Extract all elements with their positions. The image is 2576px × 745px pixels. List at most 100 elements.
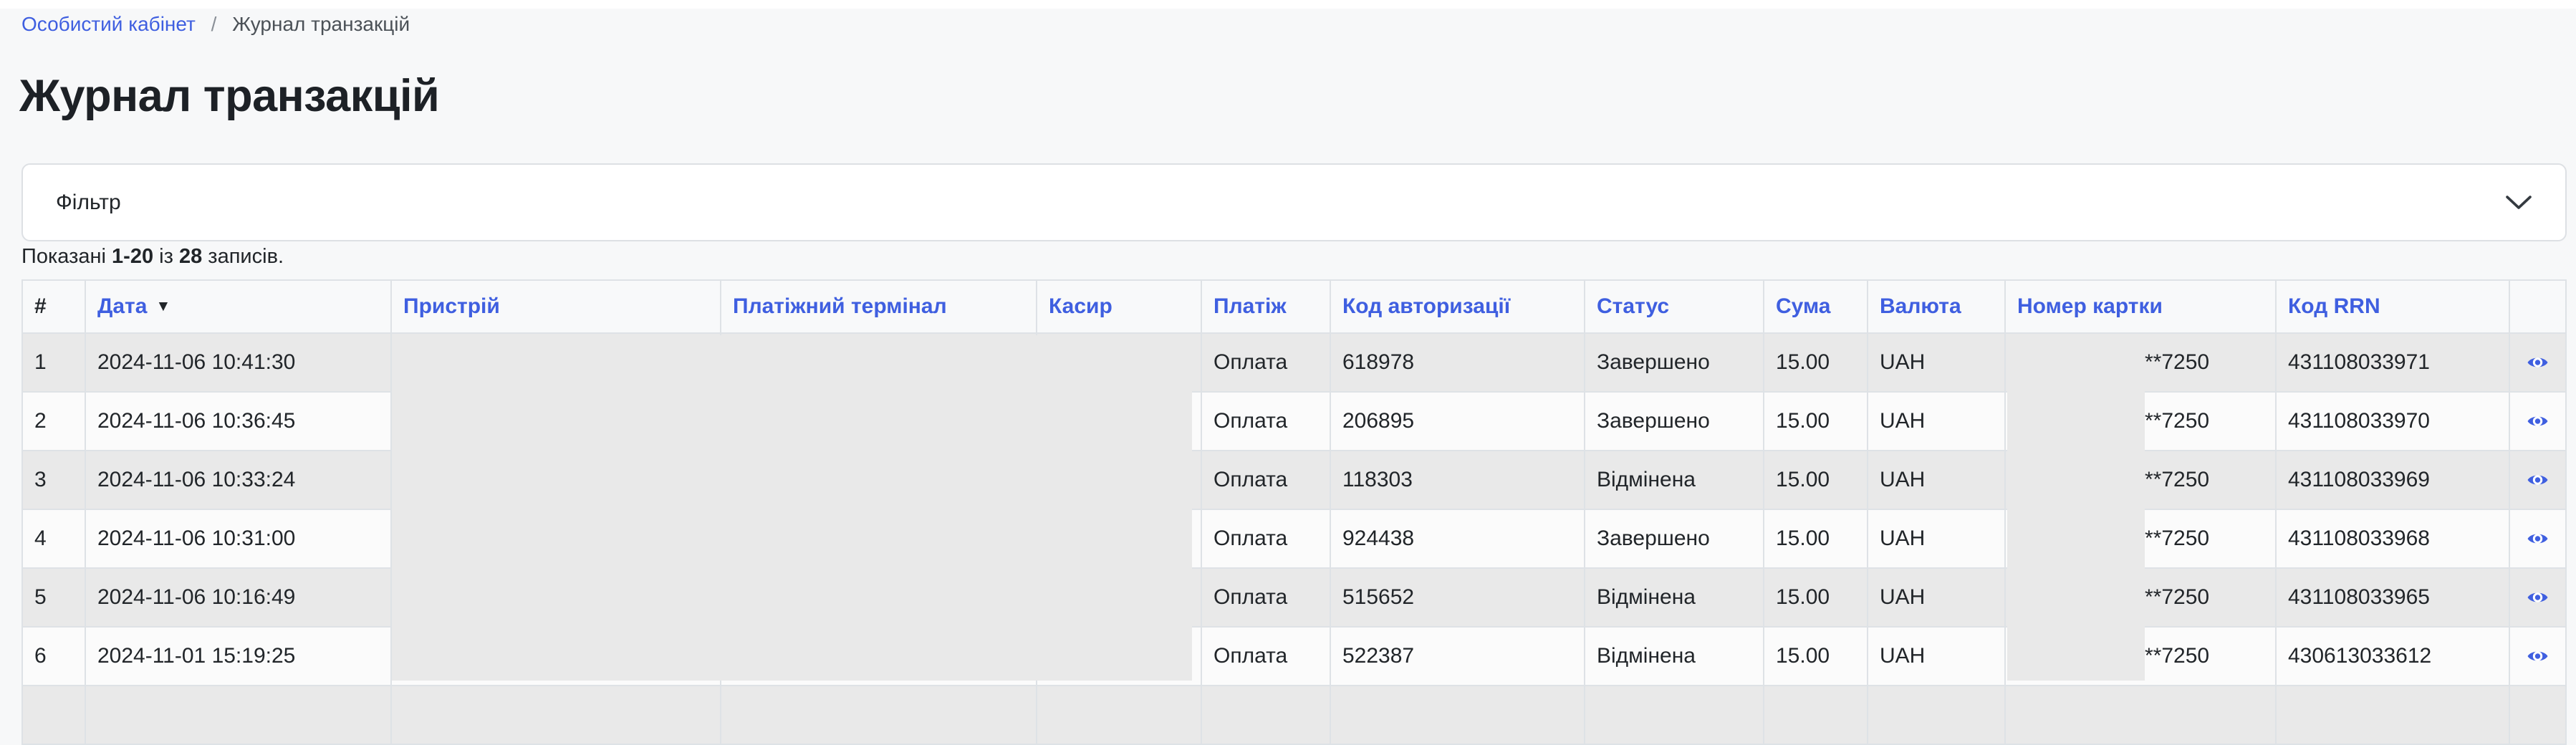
sort-link-auth-code[interactable]: Код авторизації — [1342, 294, 1510, 318]
summary-prefix: Показані — [21, 245, 106, 268]
sort-link-terminal[interactable]: Платіжний термінал — [733, 294, 947, 318]
cell-auth-code: 118303 — [1330, 451, 1585, 509]
eye-icon — [2527, 530, 2549, 547]
cell-currency: UAH — [1868, 451, 2005, 509]
sort-link-date[interactable]: Дата — [97, 294, 147, 318]
cell-status: Завершено — [1585, 392, 1764, 451]
masked-card-number: **7250 — [2145, 527, 2209, 551]
cell-actions — [2509, 686, 2566, 744]
cell-payment: Оплата — [1201, 333, 1330, 392]
column-header-cashier: Касир — [1037, 280, 1201, 333]
redacted-device-terminal-cashier-area — [392, 335, 1192, 681]
cell-auth-code: 618978 — [1330, 333, 1585, 392]
filter-label: Фільтр — [56, 191, 121, 215]
column-header-actions — [2509, 280, 2566, 333]
cell-cashier — [1037, 686, 1201, 744]
cell-actions — [2509, 333, 2566, 392]
cell-status — [1585, 686, 1764, 744]
summary-of: із — [159, 245, 173, 268]
masked-card-number: **7250 — [2145, 468, 2209, 492]
view-transaction-button[interactable] — [2527, 413, 2549, 430]
breadcrumb-separator: / — [211, 13, 217, 35]
breadcrumb-link-personal-cabinet[interactable]: Особистий кабінет — [21, 13, 196, 35]
masked-card-number: **7250 — [2145, 644, 2209, 668]
cell-num: 3 — [22, 451, 85, 509]
cell-date: 2024-11-01 15:19:25 — [85, 627, 391, 686]
column-header-currency: Валюта — [1868, 280, 2005, 333]
cell-rrn: 430613033612 — [2276, 627, 2509, 686]
sort-link-rrn[interactable]: Код RRN — [2288, 294, 2380, 318]
column-header-payment: Платіж — [1201, 280, 1330, 333]
masked-card-number: **7250 — [2145, 585, 2209, 610]
cell-actions — [2509, 627, 2566, 686]
records-summary: Показані 1-20 із 28 записів. — [21, 245, 284, 269]
column-header-card-number: Номер картки — [2005, 280, 2276, 333]
cell-amount — [1764, 686, 1868, 744]
table-header-row: #Дата▼ Пристрій Платіжний термінал Касир Пла… — [22, 280, 2566, 333]
view-transaction-button[interactable] — [2527, 589, 2549, 606]
cell-payment: Оплата — [1201, 568, 1330, 627]
redacted-card-number-area — [2007, 335, 2145, 681]
cell-rrn — [2276, 686, 2509, 744]
column-header-terminal: Платіжний термінал — [721, 280, 1037, 333]
table-row — [22, 686, 2566, 744]
view-transaction-button[interactable] — [2527, 354, 2549, 371]
cell-rrn: 431108033969 — [2276, 451, 2509, 509]
column-header-date: Дата▼ — [85, 280, 391, 333]
sort-link-status[interactable]: Статус — [1597, 294, 1669, 318]
column-header-num: # — [22, 280, 85, 333]
sort-link-card-number[interactable]: Номер картки — [2017, 294, 2163, 318]
cell-actions — [2509, 509, 2566, 568]
cell-status: Відмінена — [1585, 568, 1764, 627]
sort-link-amount[interactable]: Сума — [1776, 294, 1830, 318]
masked-card-number: **7250 — [2145, 409, 2209, 433]
sort-link-device[interactable]: Пристрій — [403, 294, 500, 318]
column-header-amount: Сума — [1764, 280, 1868, 333]
cell-amount: 15.00 — [1764, 333, 1868, 392]
page-title: Журнал транзакцій — [19, 70, 439, 122]
cell-currency: UAH — [1868, 568, 2005, 627]
cell-date: 2024-11-06 10:33:24 — [85, 451, 391, 509]
cell-num: 1 — [22, 333, 85, 392]
cell-auth-code: 206895 — [1330, 392, 1585, 451]
summary-suffix: записів. — [208, 245, 284, 268]
cell-num: 5 — [22, 568, 85, 627]
breadcrumb: Особистий кабінет / Журнал транзакцій — [21, 13, 410, 36]
view-transaction-button[interactable] — [2527, 530, 2549, 547]
cell-amount: 15.00 — [1764, 392, 1868, 451]
cell-rrn: 431108033970 — [2276, 392, 2509, 451]
filter-panel-toggle[interactable]: Фільтр — [21, 163, 2567, 241]
cell-auth-code: 522387 — [1330, 627, 1585, 686]
cell-actions — [2509, 451, 2566, 509]
cell-auth-code — [1330, 686, 1585, 744]
cell-currency — [1868, 686, 2005, 744]
sort-link-payment[interactable]: Платіж — [1213, 294, 1287, 318]
cell-rrn: 431108033968 — [2276, 509, 2509, 568]
breadcrumb-current: Журнал транзакцій — [232, 13, 410, 35]
cell-currency: UAH — [1868, 392, 2005, 451]
cell-rrn: 431108033971 — [2276, 333, 2509, 392]
view-transaction-button[interactable] — [2527, 471, 2549, 489]
sort-link-cashier[interactable]: Касир — [1049, 294, 1112, 318]
cell-amount: 15.00 — [1764, 451, 1868, 509]
sort-link-currency[interactable]: Валюта — [1880, 294, 1961, 318]
column-header-status: Статус — [1585, 280, 1764, 333]
column-header-rrn: Код RRN — [2276, 280, 2509, 333]
cell-rrn: 431108033965 — [2276, 568, 2509, 627]
transactions-journal-page: { "breadcrumb": { "home": "Особистий каб… — [0, 0, 2576, 693]
chevron-down-icon — [2505, 195, 2532, 211]
cell-actions — [2509, 392, 2566, 451]
cell-num: 4 — [22, 509, 85, 568]
view-transaction-button[interactable] — [2527, 648, 2549, 665]
cell-auth-code: 515652 — [1330, 568, 1585, 627]
cell-currency: UAH — [1868, 509, 2005, 568]
cell-currency: UAH — [1868, 627, 2005, 686]
summary-total: 28 — [179, 245, 202, 268]
cell-date: 2024-11-06 10:41:30 — [85, 333, 391, 392]
masked-card-number: **7250 — [2145, 350, 2209, 375]
cell-date: 2024-11-06 10:16:49 — [85, 568, 391, 627]
cell-date — [85, 686, 391, 744]
eye-icon — [2527, 471, 2549, 489]
cell-payment: Оплата — [1201, 627, 1330, 686]
cell-payment: Оплата — [1201, 392, 1330, 451]
